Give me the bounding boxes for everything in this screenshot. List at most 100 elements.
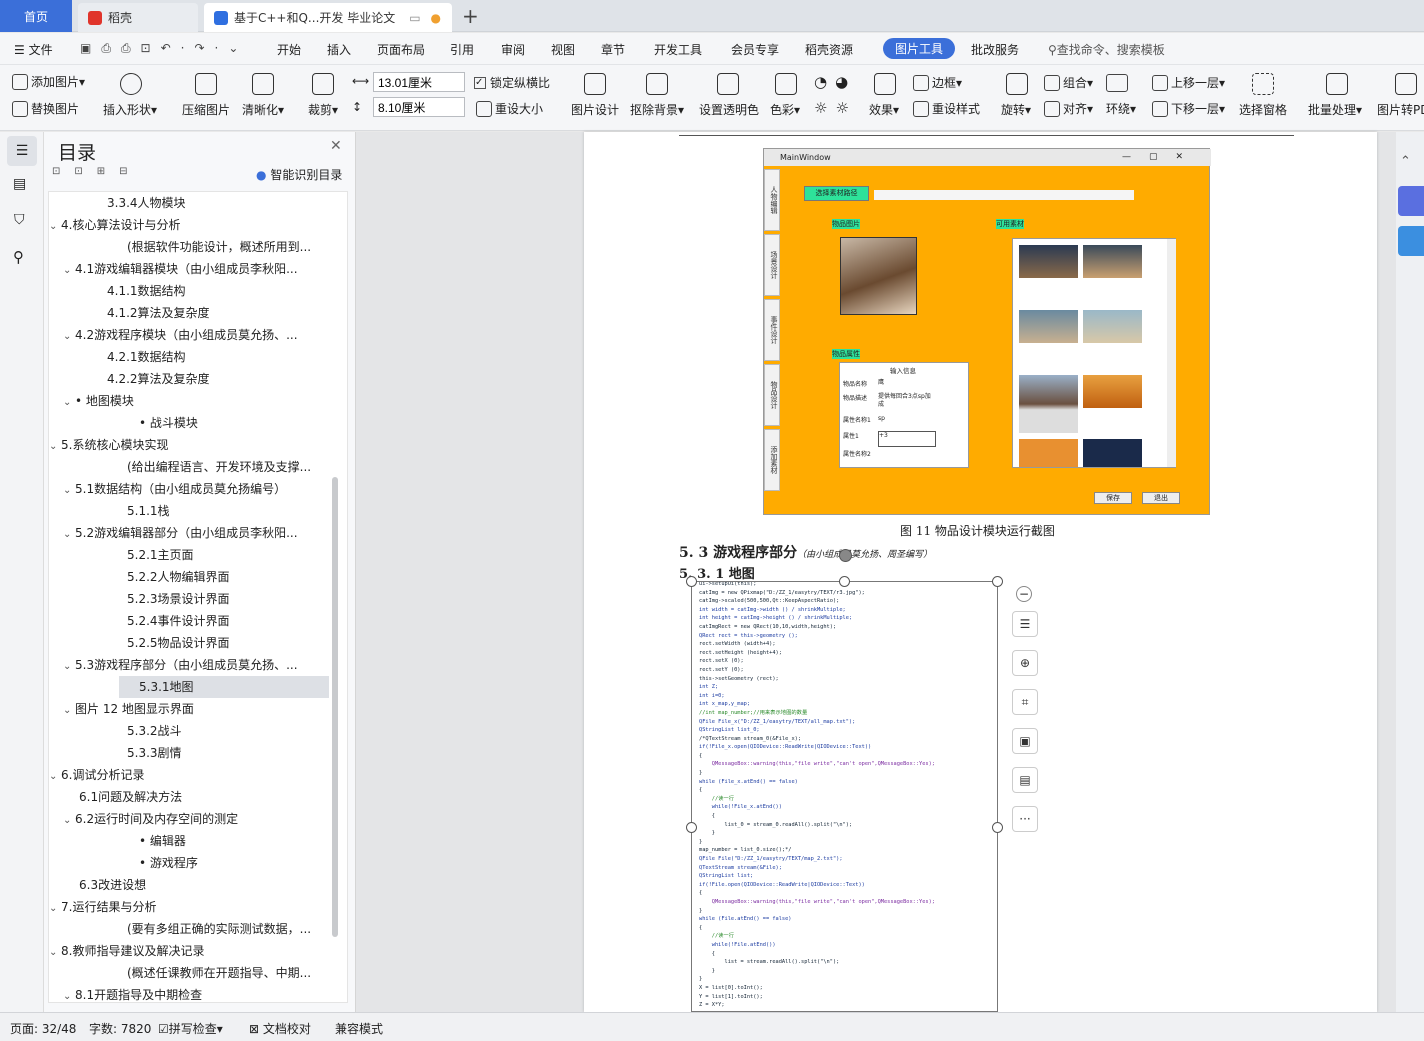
toc-level-controls[interactable]: ⊡⊡⊞⊟ bbox=[52, 166, 142, 177]
figure-item-design-screenshot[interactable]: MainWindow —▢✕ 选择素材路径 物品图片 可用素材 物品属性 输入信息… bbox=[763, 148, 1211, 515]
new-tab-icon[interactable]: + bbox=[462, 4, 479, 28]
chevron-down-icon[interactable]: ⌄ bbox=[63, 986, 75, 1002]
insert-shape-button[interactable]: 插入形状 ▾ bbox=[103, 101, 157, 118]
image-to-doc-icon[interactable]: ▤ bbox=[1012, 767, 1038, 793]
lock-ratio-checkbox[interactable]: ✓ 锁定纵横比 bbox=[474, 74, 550, 91]
image-design-button[interactable]: 图片设计 bbox=[571, 101, 619, 118]
menu-file[interactable]: ☰ 文件 bbox=[14, 41, 53, 58]
crop-button[interactable]: 裁剪 ▾ bbox=[308, 101, 338, 118]
toc-item[interactable]: 5.3.3剧情 bbox=[49, 742, 339, 764]
toc-item[interactable]: 6.1问题及解决方法 bbox=[49, 786, 339, 808]
resize-handle-tr[interactable] bbox=[992, 576, 1003, 587]
toc-item[interactable]: ⌄ 图片 12 地图显示界面 bbox=[49, 698, 339, 720]
menu-review-service[interactable]: 批改服务 bbox=[971, 41, 1019, 58]
toc-item[interactable]: ⌄ 5.1数据结构（由小组成员莫允扬编号） bbox=[49, 478, 339, 500]
toc-item[interactable]: ⌄ 6.调试分析记录 bbox=[49, 764, 339, 786]
wrap-button[interactable]: 环绕 ▾ bbox=[1106, 100, 1136, 117]
collapse-tools-icon[interactable]: − bbox=[1016, 586, 1032, 602]
color-button[interactable]: 色彩 ▾ bbox=[770, 101, 800, 118]
toc-item[interactable]: (要有多组正确的实际测试数据，... bbox=[49, 918, 339, 940]
toc-item[interactable]: 5.3.1地图 bbox=[119, 676, 329, 698]
zoom-icon[interactable]: ⊕ bbox=[1012, 650, 1038, 676]
toc-item[interactable]: 4.1.2算法及复杂度 bbox=[49, 302, 339, 324]
close-icon[interactable]: ✕ bbox=[330, 138, 342, 154]
chevron-down-icon[interactable]: ⌄ bbox=[63, 810, 75, 830]
toc-item[interactable]: 4.1.1数据结构 bbox=[49, 280, 339, 302]
remove-bg-button[interactable]: 抠除背景 ▾ bbox=[630, 101, 684, 118]
reset-style-button[interactable]: 重设样式 bbox=[913, 100, 980, 117]
toc-item[interactable]: 5.1.1栈 bbox=[49, 500, 339, 522]
find-icon[interactable]: ⚲ bbox=[13, 248, 24, 266]
chevron-down-icon[interactable]: ⌄ bbox=[49, 436, 61, 456]
toc-item[interactable]: 4.2.1数据结构 bbox=[49, 346, 339, 368]
more-icon[interactable]: ··· bbox=[1012, 806, 1038, 832]
menu-picture-tools[interactable]: 图片工具 bbox=[883, 38, 956, 59]
down-layer-button[interactable]: 下移一层 ▾ bbox=[1152, 100, 1225, 117]
toc-item[interactable]: • 战斗模块 bbox=[49, 412, 339, 434]
border-button[interactable]: 边框 ▾ bbox=[913, 74, 962, 91]
chevron-down-icon[interactable]: ⌄ bbox=[63, 392, 75, 412]
resize-handle-t[interactable] bbox=[839, 576, 850, 587]
toc-item[interactable]: ⌄ 4.2游戏程序模块（由小组成员莫允扬、... bbox=[49, 324, 339, 346]
toc-scrollbar[interactable] bbox=[332, 477, 338, 937]
menu-item-4[interactable]: 审阅 bbox=[501, 41, 525, 58]
command-search[interactable]: ⚲查找命令、搜索模板 bbox=[1048, 41, 1165, 58]
toc-item[interactable]: ⌄ 4.核心算法设计与分析 bbox=[49, 214, 339, 236]
toc-item[interactable]: ⌄ 8.教师指导建议及解决记录 bbox=[49, 940, 339, 962]
layout-options-icon[interactable]: ☰ bbox=[1012, 611, 1038, 637]
compress-button[interactable]: 压缩图片 bbox=[182, 101, 230, 118]
tab-docer[interactable]: 稻壳 bbox=[78, 3, 198, 32]
rotate-handle[interactable] bbox=[839, 549, 852, 562]
collapse-icon[interactable]: ⌃ bbox=[1400, 154, 1411, 169]
chevron-down-icon[interactable]: ⌄ bbox=[49, 898, 61, 918]
toc-item[interactable]: (概述任课教师在开题指导、中期... bbox=[49, 962, 339, 984]
height-input[interactable] bbox=[373, 97, 465, 117]
chevron-down-icon[interactable]: ⌄ bbox=[63, 326, 75, 346]
menu-item-3[interactable]: 引用 bbox=[450, 41, 474, 58]
rotate-button[interactable]: 旋转 ▾ bbox=[1001, 101, 1031, 118]
menu-item-7[interactable]: 开发工具 bbox=[654, 41, 702, 58]
toc-item[interactable]: ⌄ 8.1开题指导及中期检查 bbox=[49, 984, 339, 1002]
reset-size-button[interactable]: 重设大小 bbox=[476, 100, 543, 117]
menu-item-2[interactable]: 页面布局 bbox=[377, 41, 425, 58]
transparent-button[interactable]: 设置透明色 bbox=[699, 101, 759, 118]
group-button[interactable]: 组合 ▾ bbox=[1044, 74, 1093, 91]
menu-item-1[interactable]: 插入 bbox=[327, 41, 351, 58]
toc-item[interactable]: ⌄ 7.运行结果与分析 bbox=[49, 896, 339, 918]
tab-home[interactable]: 首页 bbox=[0, 0, 72, 32]
chevron-down-icon[interactable]: ⌄ bbox=[63, 480, 75, 500]
toc-item[interactable]: 5.3.2战斗 bbox=[49, 720, 339, 742]
toc-item[interactable]: 5.2.1主页面 bbox=[49, 544, 339, 566]
crop-tool-icon[interactable]: ⌗ bbox=[1012, 689, 1038, 715]
batch-button[interactable]: 批量处理 ▾ bbox=[1308, 101, 1362, 118]
page-indicator[interactable]: 页面: 32/48 bbox=[10, 1020, 76, 1037]
word-count[interactable]: 字数: 7820 bbox=[89, 1020, 151, 1037]
chevron-down-icon[interactable]: ⌄ bbox=[63, 700, 75, 720]
toc-icon[interactable]: ☰ bbox=[7, 136, 37, 166]
resize-handle-l[interactable] bbox=[686, 822, 697, 833]
extract-text-icon[interactable]: ▣ bbox=[1012, 728, 1038, 754]
align-button[interactable]: 对齐 ▾ bbox=[1044, 100, 1093, 117]
pages-icon[interactable]: ▤ bbox=[13, 176, 26, 192]
toc-item[interactable]: 3.3.4人物模块 bbox=[49, 192, 339, 214]
tab-document[interactable]: 基于C++和Q...开发 毕业论文 ▭ ● bbox=[204, 3, 452, 32]
menu-item-5[interactable]: 视图 bbox=[551, 41, 575, 58]
brightness-icons[interactable]: ◔◕ bbox=[814, 73, 856, 91]
toc-item[interactable]: 6.3改进设想 bbox=[49, 874, 339, 896]
toc-item[interactable]: • 游戏程序 bbox=[49, 852, 339, 874]
toc-item[interactable]: (给出编程语言、开发环境及支撑... bbox=[49, 456, 339, 478]
toc-item[interactable]: ⌄ 5.系统核心模块实现 bbox=[49, 434, 339, 456]
spell-check-button[interactable]: ☑拼写检查▾ bbox=[158, 1020, 223, 1037]
toc-item[interactable]: • 编辑器 bbox=[49, 830, 339, 852]
monitor-icon[interactable]: ▭ bbox=[409, 11, 420, 25]
up-layer-button[interactable]: 上移一层 ▾ bbox=[1152, 74, 1225, 91]
chevron-down-icon[interactable]: ⌄ bbox=[63, 524, 75, 544]
bookmark-icon[interactable]: ⛉ bbox=[14, 212, 25, 228]
toc-item[interactable]: 5.2.3场景设计界面 bbox=[49, 588, 339, 610]
replace-image-button[interactable]: 替换图片 bbox=[12, 100, 79, 117]
smart-toc-button[interactable]: ● 智能识别目录 bbox=[256, 166, 342, 183]
resize-handle-r[interactable] bbox=[992, 822, 1003, 833]
toc-item[interactable]: (根据软件功能设计，概述所用到... bbox=[49, 236, 339, 258]
add-image-button[interactable]: 添加图片 ▾ bbox=[12, 73, 85, 90]
toc-item[interactable]: ⌄ 5.3游戏程序部分（由小组成员莫允扬、... bbox=[49, 654, 339, 676]
